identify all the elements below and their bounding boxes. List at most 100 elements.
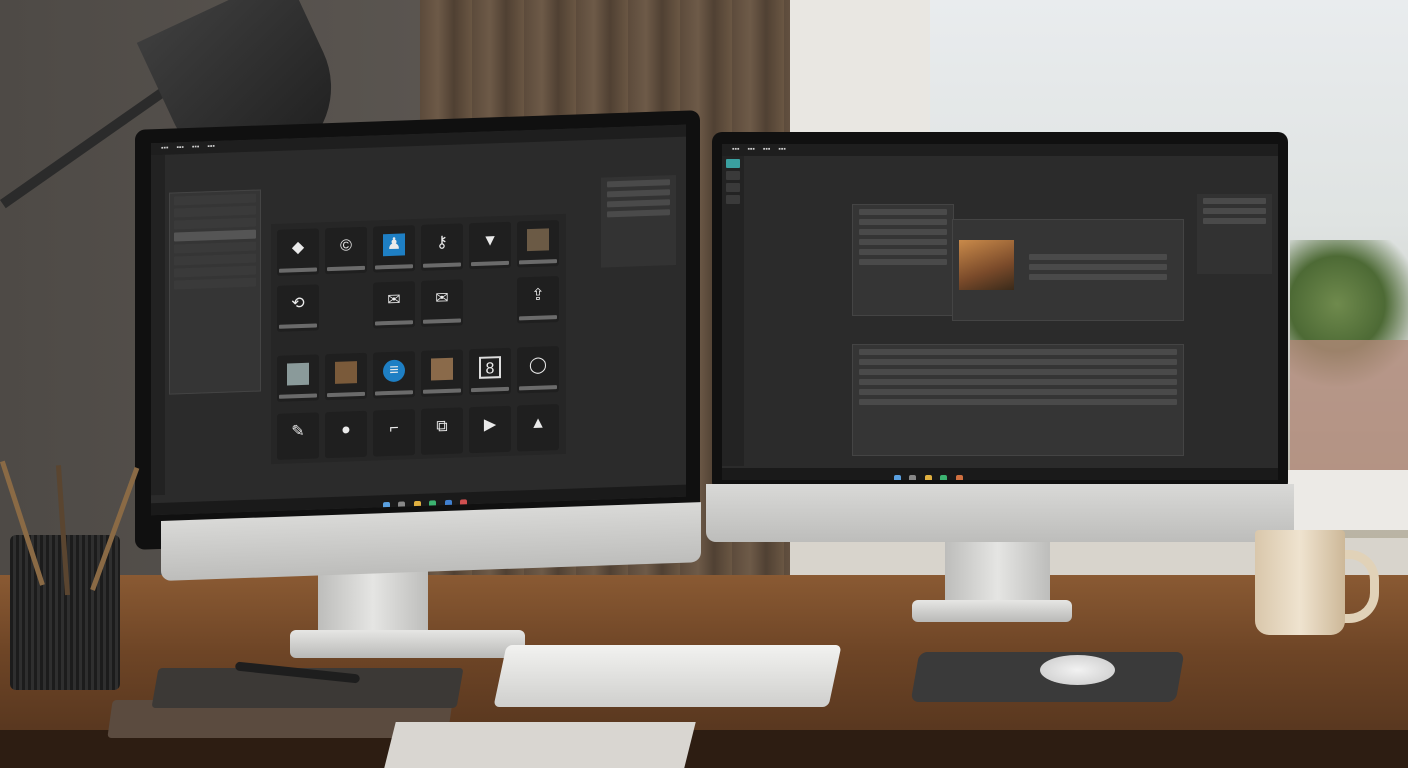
tile-label [375, 320, 413, 326]
menu-item[interactable]: ▪▪▪ [778, 146, 785, 153]
sidebar-item[interactable] [174, 265, 256, 278]
grid-tile[interactable] [277, 354, 319, 402]
layer-row[interactable] [859, 219, 947, 225]
right-taskbar [722, 468, 1278, 480]
folder-icon[interactable] [413, 501, 421, 509]
photo-icon [287, 362, 309, 386]
sidebar-item[interactable] [174, 253, 256, 266]
image-editor-panel [952, 219, 1184, 321]
grid-tile[interactable]: ⧉ [421, 407, 463, 455]
panel-row [1203, 218, 1266, 224]
grid-tile[interactable]: ⌐ [373, 409, 415, 457]
grid-tile[interactable] [517, 220, 559, 268]
store-icon[interactable] [444, 500, 452, 508]
grid-tile[interactable]: ♟ [373, 225, 415, 273]
grid-tile[interactable]: ▲ [517, 404, 559, 452]
drop-icon: ● [341, 421, 351, 439]
property-row[interactable] [859, 369, 1177, 375]
windows-icon[interactable] [383, 502, 390, 510]
layer-row[interactable] [859, 239, 947, 245]
grid-tile[interactable]: ≡ [373, 351, 415, 399]
play-icon: ▶ [483, 416, 497, 434]
right-panel [601, 174, 676, 268]
menu-item[interactable]: ▪▪▪ [763, 146, 770, 153]
share-icon: ⇪ [531, 286, 545, 305]
grid-tile[interactable]: © [325, 226, 367, 275]
layer-row[interactable] [859, 209, 947, 215]
grid-tile[interactable]: ⚷ [421, 223, 463, 271]
menu-item[interactable]: ▪▪▪ [747, 146, 754, 153]
menu-item[interactable]: ▪▪▪ [207, 143, 214, 150]
tile-label [519, 259, 557, 265]
property-row[interactable] [859, 359, 1177, 365]
panel-row [607, 189, 670, 198]
settings-icon[interactable] [955, 475, 963, 480]
grid-tile[interactable]: ✉ [373, 281, 415, 329]
left-sidebar [169, 189, 261, 395]
grid-tile[interactable]: ⟲ [277, 284, 319, 332]
browser-icon[interactable] [429, 500, 437, 508]
windows-icon[interactable] [894, 475, 901, 480]
tool-button[interactable] [726, 159, 740, 168]
paper [384, 722, 696, 768]
browser-icon[interactable] [940, 475, 948, 480]
sidebar-item[interactable] [174, 205, 256, 218]
keyboard[interactable] [493, 645, 842, 707]
mail-icon[interactable] [460, 499, 468, 507]
sidebar-item-selected[interactable] [174, 229, 256, 242]
sidebar-item[interactable] [174, 241, 256, 254]
coffee-mug [1255, 530, 1345, 635]
control-row[interactable] [1029, 254, 1167, 260]
shield-icon: ▼ [482, 232, 498, 250]
grid-tile[interactable]: ◯ [517, 346, 559, 394]
right-toolbar [722, 156, 744, 466]
right-monitor-chin [706, 484, 1294, 542]
grid-tile[interactable]: ✎ [277, 412, 319, 460]
grid-tile[interactable]: ⇪ [517, 276, 559, 324]
layer-row[interactable] [859, 249, 947, 255]
grid-tile[interactable]: ● [325, 410, 367, 459]
right-side-panel [1197, 194, 1272, 274]
property-row[interactable] [859, 399, 1177, 405]
grid-tile[interactable]: ✉ [421, 279, 463, 327]
sidebar-item[interactable] [174, 193, 256, 206]
menu-item[interactable]: ▪▪▪ [161, 145, 168, 152]
panel-row [1203, 198, 1266, 204]
building-outside [1290, 340, 1408, 480]
tile-label [519, 315, 557, 321]
folder-icon[interactable] [924, 475, 932, 480]
clock-icon: ◯ [529, 356, 547, 375]
property-row[interactable] [859, 389, 1177, 395]
layer-row[interactable] [859, 259, 947, 265]
tile-label [279, 267, 317, 273]
tool-button[interactable] [726, 183, 740, 192]
grid-tile[interactable] [325, 352, 367, 401]
menu-item[interactable]: ▪▪▪ [732, 146, 739, 153]
panel-row [607, 179, 670, 188]
sidebar-item[interactable] [174, 277, 256, 290]
grid-tile[interactable]: ▼ [469, 221, 511, 270]
tool-button[interactable] [726, 195, 740, 204]
property-row[interactable] [859, 379, 1177, 385]
control-row[interactable] [1029, 264, 1167, 270]
mouse[interactable] [1040, 655, 1115, 685]
grid-tile[interactable]: 8 [469, 347, 511, 396]
sidebar-item[interactable] [174, 217, 256, 230]
grid-tile[interactable]: ◆ [277, 228, 319, 276]
tile-label [471, 386, 509, 393]
tool-button[interactable] [726, 171, 740, 180]
menu-item[interactable]: ▪▪▪ [192, 144, 199, 151]
right-monitor-base [912, 600, 1072, 622]
layer-row[interactable] [859, 229, 947, 235]
control-row[interactable] [1029, 274, 1167, 280]
frame-icon: 8 [479, 356, 501, 379]
menu-item[interactable]: ▪▪▪ [176, 144, 183, 151]
search-icon[interactable] [909, 475, 917, 480]
grid-tile[interactable] [421, 349, 463, 397]
property-row[interactable] [859, 349, 1177, 355]
right-monitor: ▪▪▪ ▪▪▪ ▪▪▪ ▪▪▪ [706, 132, 1294, 542]
photo-icon [527, 228, 549, 252]
grid-tile[interactable]: ▶ [469, 405, 511, 454]
search-icon[interactable] [398, 501, 406, 509]
photo-thumbnail[interactable] [959, 240, 1014, 290]
